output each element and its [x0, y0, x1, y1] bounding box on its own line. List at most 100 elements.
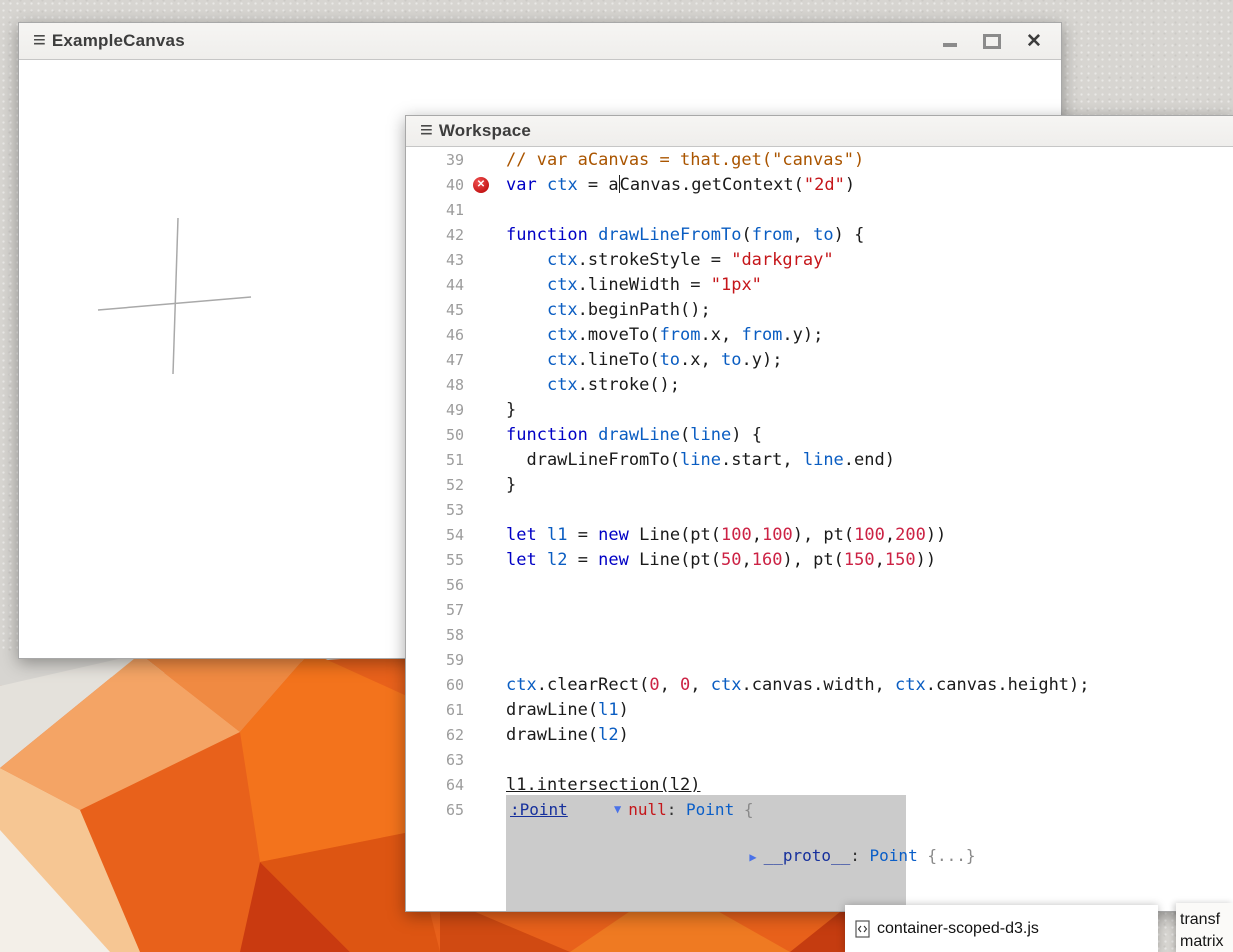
- code-token: }: [506, 475, 516, 495]
- line-number: 54: [406, 526, 464, 544]
- line-number: 60: [406, 676, 464, 694]
- code-token: line: [803, 450, 844, 470]
- code-token: .y);: [741, 350, 782, 370]
- error-icon[interactable]: ✕: [473, 177, 489, 193]
- minimize-button[interactable]: [941, 32, 959, 50]
- code-line[interactable]: 45 ctx.beginPath();: [406, 297, 1233, 322]
- line-number: 48: [406, 376, 464, 394]
- inspector-header-row: :Point ▼ null: Point {: [510, 798, 902, 821]
- code-token: .stroke();: [578, 375, 680, 395]
- line-number: 53: [406, 501, 464, 519]
- file-list-item[interactable]: container-scoped-d3.js: [877, 920, 1039, 938]
- proto-ellipsis: {...}: [918, 846, 976, 865]
- code-line[interactable]: 64l1.intersection(l2): [406, 772, 1233, 797]
- inspector-prop-row: x: 100: [510, 892, 902, 911]
- canvas-cross-lines: [19, 60, 339, 420]
- code-token: line: [680, 450, 721, 470]
- workspace-titlebar[interactable]: ≡ Workspace: [406, 116, 1233, 147]
- line-number: 49: [406, 401, 464, 419]
- code-token: 100: [721, 525, 752, 545]
- example-canvas-titlebar[interactable]: ≡ ExampleCanvas ✕: [19, 23, 1061, 60]
- code-line[interactable]: 49}: [406, 397, 1233, 422]
- code-line[interactable]: 58: [406, 622, 1233, 647]
- collapse-arrow-icon[interactable]: ▼: [614, 798, 621, 821]
- line-number: 55: [406, 551, 464, 569]
- code-line[interactable]: 51 drawLineFromTo(line.start, line.end): [406, 447, 1233, 472]
- code-token: from: [741, 325, 782, 345]
- code-token: line: [690, 425, 731, 445]
- code-token: )): [916, 550, 936, 570]
- code-line[interactable]: 54let l1 = new Line(pt(100,100), pt(100,…: [406, 522, 1233, 547]
- code-editor[interactable]: 39// var aCanvas = that.get("canvas")40✕…: [406, 147, 1233, 911]
- code-token: l2: [598, 725, 618, 745]
- code-token: new: [598, 525, 629, 545]
- code-line[interactable]: 47 ctx.lineTo(to.x, to.y);: [406, 347, 1233, 372]
- line-number: 44: [406, 276, 464, 294]
- code-token: [506, 325, 547, 345]
- example-canvas-title: ExampleCanvas: [52, 31, 185, 51]
- code-token: function: [506, 425, 588, 445]
- code-token: var: [506, 175, 537, 195]
- code-text: ctx.clearRect(0, 0, ctx.canvas.width, ct…: [498, 675, 1090, 695]
- right-edge-text-1: transf: [1180, 909, 1233, 931]
- code-line[interactable]: 50function drawLine(line) {: [406, 422, 1233, 447]
- code-line[interactable]: 42function drawLineFromTo(from, to) {: [406, 222, 1233, 247]
- code-token: [537, 175, 547, 195]
- code-line[interactable]: 56: [406, 572, 1233, 597]
- code-token: [506, 275, 547, 295]
- code-line[interactable]: 48 ctx.stroke();: [406, 372, 1233, 397]
- file-list-panel: container-scoped-d3.js: [845, 905, 1158, 952]
- hamburger-menu-icon[interactable]: ≡: [19, 29, 52, 53]
- code-text: ctx.beginPath();: [498, 300, 711, 320]
- maximize-button[interactable]: [983, 32, 1001, 50]
- code-token: "1px": [711, 275, 762, 295]
- result-type-link[interactable]: :Point: [510, 798, 614, 821]
- close-button[interactable]: ✕: [1025, 32, 1043, 50]
- code-line[interactable]: 53: [406, 497, 1233, 522]
- minimize-icon: [943, 43, 957, 47]
- code-line[interactable]: 55let l2 = new Line(pt(50,160), pt(150,1…: [406, 547, 1233, 572]
- window-controls: ✕: [941, 32, 1043, 50]
- code-lines: 39// var aCanvas = that.get("canvas")40✕…: [406, 147, 1233, 822]
- code-line[interactable]: 41: [406, 197, 1233, 222]
- code-token: =: [567, 525, 598, 545]
- code-token: ctx: [547, 325, 578, 345]
- code-token: drawLine: [598, 425, 680, 445]
- code-token: "2d": [804, 175, 845, 195]
- inspector-widget[interactable]: :Point ▼ null: Point { ▶__proto__: Point…: [506, 795, 906, 911]
- code-token: [506, 375, 547, 395]
- code-token: ), pt(: [782, 550, 843, 570]
- code-line[interactable]: 52}: [406, 472, 1233, 497]
- code-text: var ctx = aCanvas.getContext("2d"): [498, 175, 855, 195]
- code-line[interactable]: 43 ctx.strokeStyle = "darkgray": [406, 247, 1233, 272]
- code-line[interactable]: 60 ctx.clearRect(0, 0, ctx.canvas.width, …: [406, 672, 1233, 697]
- code-token: ctx: [711, 675, 742, 695]
- code-line[interactable]: 57: [406, 597, 1233, 622]
- code-token: ): [619, 700, 629, 720]
- code-token: .beginPath();: [578, 300, 711, 320]
- code-token: ,: [752, 525, 762, 545]
- hamburger-menu-icon[interactable]: ≡: [406, 119, 439, 143]
- code-line[interactable]: 59: [406, 647, 1233, 672]
- code-token: 50: [721, 550, 741, 570]
- inspector-proto-row: ▶__proto__: Point {...}: [510, 821, 902, 892]
- code-text: drawLine(l1): [498, 700, 629, 720]
- code-token: .end): [844, 450, 895, 470]
- code-line[interactable]: 40✕var ctx = aCanvas.getContext("2d"): [406, 172, 1233, 197]
- code-token: [537, 525, 547, 545]
- code-line[interactable]: 46 ctx.moveTo(from.x, from.y);: [406, 322, 1233, 347]
- code-line[interactable]: 44 ctx.lineWidth = "1px": [406, 272, 1233, 297]
- code-token: (: [741, 225, 751, 245]
- open-brace: {: [734, 798, 753, 821]
- code-line[interactable]: 39// var aCanvas = that.get("canvas"): [406, 147, 1233, 172]
- code-token: drawLineFromTo(: [506, 450, 680, 470]
- code-line[interactable]: 62drawLine(l2): [406, 722, 1233, 747]
- code-text: ctx.lineTo(to.x, to.y);: [498, 350, 782, 370]
- code-token: l1: [598, 700, 618, 720]
- expand-arrow-icon[interactable]: ▶: [749, 850, 756, 864]
- code-line[interactable]: 61drawLine(l1): [406, 697, 1233, 722]
- value-class-name: Point: [686, 798, 734, 821]
- code-line[interactable]: 63: [406, 747, 1233, 772]
- code-token: [537, 550, 547, 570]
- code-text: // var aCanvas = that.get("canvas"): [498, 150, 864, 170]
